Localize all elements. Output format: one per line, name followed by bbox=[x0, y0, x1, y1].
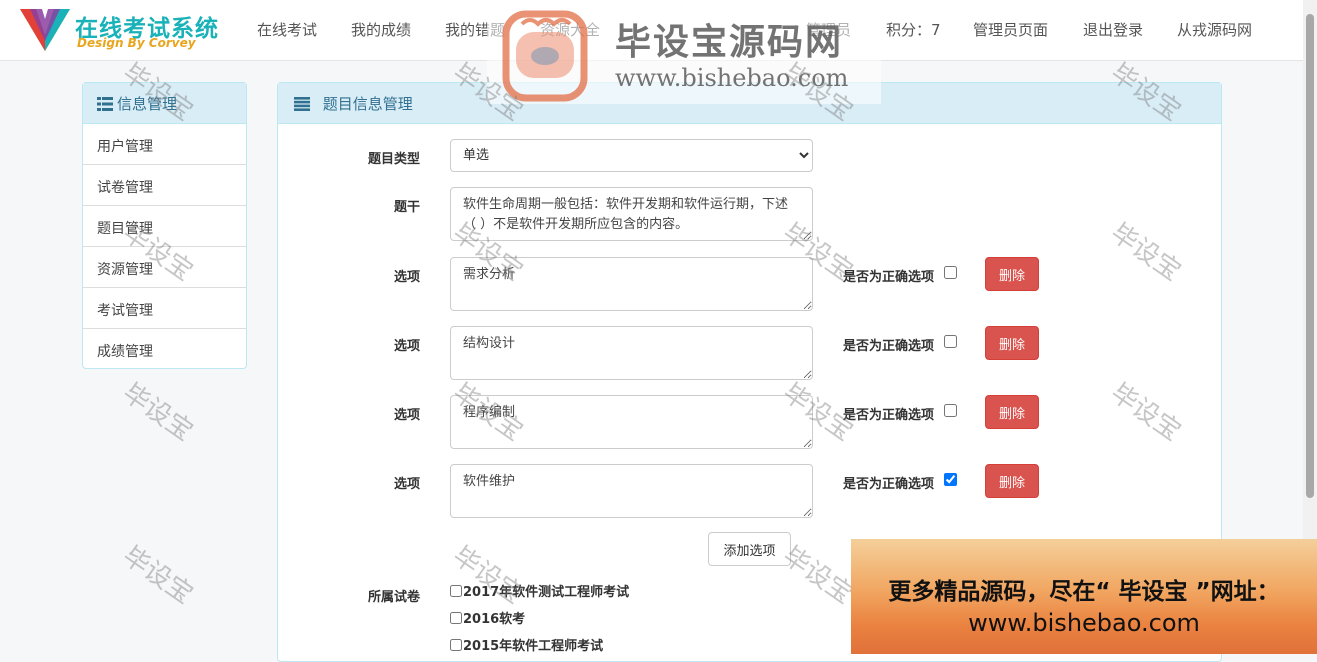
delete-option-button-3[interactable]: 删除 bbox=[985, 395, 1039, 429]
promo-banner[interactable]: 更多精品源码，尽在“ 毕设宝 ”网址： www.bishebao.com bbox=[851, 539, 1317, 654]
sidebar-item-questions[interactable]: 题目管理 bbox=[83, 206, 246, 247]
option-textarea-1[interactable]: 需求分析 bbox=[450, 257, 813, 311]
main-title: 题目信息管理 bbox=[322, 95, 413, 113]
sidebar-item-scores[interactable]: 成绩管理 bbox=[83, 329, 246, 370]
banner-headline: 更多精品源码，尽在“ 毕设宝 ”网址： bbox=[888, 579, 1280, 605]
main-heading: 题目信息管理 bbox=[278, 83, 1221, 124]
option-label-1: 选项 bbox=[393, 270, 420, 285]
correct-checkbox-1[interactable] bbox=[944, 266, 957, 279]
nav-points: 积分：7 bbox=[886, 21, 941, 39]
nav-admin-page[interactable]: 管理员页面 bbox=[973, 19, 1048, 40]
option-textarea-4[interactable]: 软件维护 bbox=[450, 464, 813, 518]
correct-label-4: 是否为正确选项 bbox=[843, 477, 935, 492]
nav-admin-user[interactable]: 管理员 bbox=[806, 19, 851, 40]
correct-label-3: 是否为正确选项 bbox=[843, 408, 935, 423]
paper-option-2[interactable]: 2016软考 bbox=[450, 608, 525, 627]
type-label: 题目类型 bbox=[367, 152, 420, 167]
brand-subtitle: Design By Corvey bbox=[77, 36, 196, 50]
menu-lines-icon bbox=[294, 97, 310, 111]
paper-checkbox-1[interactable] bbox=[450, 585, 462, 597]
watermark-text: 毕设宝 bbox=[117, 540, 199, 611]
question-type-select[interactable]: 单选 bbox=[450, 139, 813, 172]
paper-option-1[interactable]: 2017年软件测试工程师考试 bbox=[450, 581, 629, 600]
sidebar-item-resources[interactable]: 资源管理 bbox=[83, 247, 246, 288]
sidebar-item-users[interactable]: 用户管理 bbox=[83, 124, 246, 165]
nav-source-site[interactable]: 从戎源码网 bbox=[1177, 19, 1252, 40]
stem-textarea[interactable]: 软件生命周期一般包括：软件开发期和软件运行期，下述（ ）不是软件开发期所应包含的… bbox=[450, 187, 813, 241]
option-textarea-2[interactable]: 结构设计 bbox=[450, 326, 813, 380]
paper-checkbox-3[interactable] bbox=[450, 639, 462, 651]
correct-label-1: 是否为正确选项 bbox=[843, 270, 935, 285]
brand-logo[interactable]: 在线考试系统 Design By Corvey bbox=[18, 5, 233, 55]
option-textarea-3[interactable]: 程序编制 bbox=[450, 395, 813, 449]
sidebar-title: 信息管理 bbox=[117, 95, 178, 113]
nav-online-exam[interactable]: 在线考试 bbox=[257, 19, 317, 40]
correct-checkbox-3[interactable] bbox=[944, 404, 957, 417]
add-option-button[interactable]: 添加选项 bbox=[708, 532, 791, 566]
option-label-4: 选项 bbox=[393, 477, 420, 492]
brand-v-icon bbox=[20, 9, 70, 51]
scrollbar-thumb[interactable] bbox=[1306, 14, 1314, 498]
paper-checkbox-2[interactable] bbox=[450, 612, 462, 624]
sidebar-item-exams[interactable]: 考试管理 bbox=[83, 288, 246, 329]
nav-resources[interactable]: 资源大全 bbox=[540, 19, 600, 40]
top-navbar: 在线考试系统 Design By Corvey 在线考试 我的成绩 我的错题 资… bbox=[0, 0, 1303, 61]
correct-label-2: 是否为正确选项 bbox=[843, 339, 935, 354]
correct-checkbox-2[interactable] bbox=[944, 335, 957, 348]
paper-name-2: 2016软考 bbox=[463, 612, 526, 627]
list-icon bbox=[97, 97, 113, 111]
nav-my-scores[interactable]: 我的成绩 bbox=[351, 19, 411, 40]
paper-option-3[interactable]: 2015年软件工程师考试 bbox=[450, 635, 603, 654]
option-label-3: 选项 bbox=[393, 408, 420, 423]
paper-name-1: 2017年软件测试工程师考试 bbox=[463, 585, 630, 600]
nav-my-mistakes[interactable]: 我的错题 bbox=[445, 19, 505, 40]
stem-label: 题干 bbox=[393, 200, 420, 215]
sidebar-heading: 信息管理 bbox=[83, 83, 246, 124]
option-label-2: 选项 bbox=[393, 339, 420, 354]
paper-label: 所属试卷 bbox=[367, 590, 420, 605]
watermark-text: 毕设宝 bbox=[117, 377, 199, 448]
nav-logout[interactable]: 退出登录 bbox=[1083, 19, 1143, 40]
sidebar-panel: 信息管理 用户管理 试卷管理 题目管理 资源管理 考试管理 成绩管理 bbox=[82, 82, 247, 369]
banner-url: www.bishebao.com bbox=[968, 609, 1200, 637]
paper-name-3: 2015年软件工程师考试 bbox=[463, 639, 604, 654]
correct-checkbox-4[interactable] bbox=[944, 473, 957, 486]
delete-option-button-4[interactable]: 删除 bbox=[985, 464, 1039, 498]
delete-option-button-2[interactable]: 删除 bbox=[985, 326, 1039, 360]
sidebar-item-papers[interactable]: 试卷管理 bbox=[83, 165, 246, 206]
delete-option-button-1[interactable]: 删除 bbox=[985, 257, 1039, 291]
